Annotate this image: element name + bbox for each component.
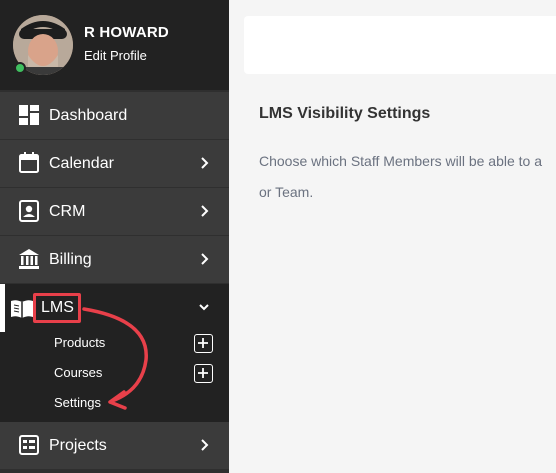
sidebar-item-label: Calendar (49, 155, 114, 172)
chevron-right-icon (196, 251, 212, 267)
contact-card-icon (18, 200, 40, 222)
book-icon (10, 298, 34, 320)
main-content: LMS Visibility Settings Choose which Sta… (229, 0, 556, 473)
online-status-dot (14, 62, 26, 74)
chevron-right-icon (196, 203, 212, 219)
profile-header: R HOWARD Edit Profile (0, 0, 229, 90)
description-line: Choose which Staff Members will be able … (259, 153, 542, 169)
profile-name: R HOWARD (84, 24, 169, 41)
page-title: LMS Visibility Settings (259, 105, 431, 122)
lms-sub-settings[interactable]: Settings (54, 395, 101, 410)
chevron-right-icon (196, 155, 212, 171)
sidebar: R HOWARD Edit Profile Dashboard Calendar (0, 0, 229, 473)
sidebar-item-calendar[interactable]: Calendar (0, 140, 229, 188)
dashboard-icon (18, 104, 40, 126)
page-description: Choose which Staff Members will be able … (259, 146, 556, 208)
sidebar-item-lms[interactable]: LMS Products Courses Settings (0, 284, 229, 422)
bank-icon (18, 248, 40, 270)
calendar-icon (18, 152, 40, 174)
top-bar (244, 16, 556, 74)
projects-icon (18, 434, 40, 456)
highlight-box (33, 293, 81, 323)
chevron-right-icon (196, 437, 212, 453)
sidebar-item-label: CRM (49, 203, 86, 220)
lms-sub-courses[interactable]: Courses (54, 365, 102, 380)
sidebar-item-dashboard[interactable]: Dashboard (0, 92, 229, 140)
add-course-icon[interactable] (194, 364, 213, 383)
sidebar-item-label: Dashboard (49, 107, 128, 124)
lms-sub-products[interactable]: Products (54, 335, 105, 350)
description-line: or Team. (259, 184, 314, 200)
sidebar-item-projects[interactable]: Projects (0, 422, 229, 470)
sidebar-item-crm[interactable]: CRM (0, 188, 229, 236)
chevron-down-icon[interactable] (196, 299, 212, 315)
sidebar-item-billing[interactable]: Billing (0, 236, 229, 284)
add-product-icon[interactable] (194, 334, 213, 353)
active-indicator (0, 284, 5, 332)
sidebar-item-label: Billing (49, 251, 92, 268)
edit-profile-link[interactable]: Edit Profile (84, 48, 147, 63)
sidebar-item-label: Projects (49, 437, 107, 454)
